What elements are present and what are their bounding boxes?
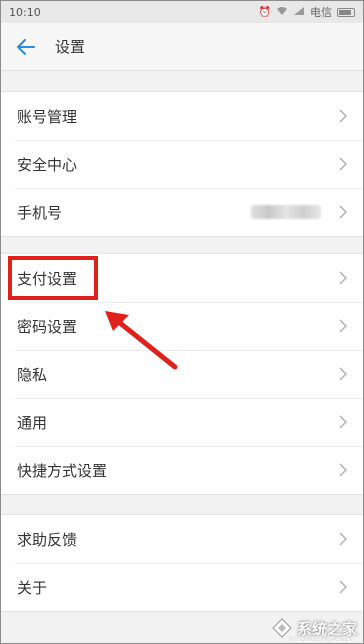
row-general[interactable]: 通用 — [1, 398, 363, 446]
row-label: 求助反馈 — [17, 530, 78, 549]
alarm-icon: ⏰ — [258, 6, 271, 18]
status-icons: ⏰ 电信 — [259, 4, 355, 20]
chevron-right-icon — [329, 109, 357, 123]
row-label: 账号管理 — [17, 107, 78, 126]
battery-icon — [337, 7, 355, 17]
row-label: 关于 — [17, 578, 48, 597]
chevron-right-icon — [329, 271, 357, 285]
highlight-box — [8, 256, 98, 300]
chevron-right-icon — [329, 415, 357, 429]
row-phone-number[interactable]: 手机号 — [1, 188, 363, 236]
signal-icon — [293, 6, 305, 19]
settings-group-account: 账号管理 安全中心 手机号 — [1, 91, 363, 237]
arrow-left-icon — [17, 38, 35, 55]
row-label: 安全中心 — [17, 155, 78, 174]
row-label: 快捷方式设置 — [17, 461, 108, 480]
carrier-label: 电信 — [310, 6, 332, 19]
row-label: 手机号 — [17, 203, 63, 222]
row-help-feedback[interactable]: 求助反馈 — [1, 515, 363, 563]
chevron-right-icon — [329, 580, 357, 594]
chevron-right-icon — [329, 367, 357, 381]
chevron-right-icon — [329, 319, 357, 333]
row-password-settings[interactable]: 密码设置 — [1, 302, 363, 350]
row-security-center[interactable]: 安全中心 — [1, 140, 363, 188]
page-title: 设置 — [55, 38, 86, 56]
chevron-right-icon — [329, 157, 357, 171]
row-shortcut-settings[interactable]: 快捷方式设置 — [1, 446, 363, 494]
row-account-management[interactable]: 账号管理 — [1, 92, 363, 140]
chevron-right-icon — [329, 205, 357, 219]
redacted-phone-value — [251, 205, 321, 219]
row-about[interactable]: 关于 — [1, 563, 363, 611]
chevron-right-icon — [329, 532, 357, 546]
back-button[interactable] — [9, 23, 43, 71]
status-bar: 10:10 ⏰ 电信 — [1, 1, 363, 23]
settings-group-support: 求助反馈 关于 — [1, 514, 363, 612]
app-header: 设置 — [1, 23, 363, 71]
row-label: 通用 — [17, 413, 48, 432]
annotation-arrow-icon — [105, 311, 178, 370]
wifi-icon — [276, 6, 288, 19]
status-time: 10:10 — [9, 5, 41, 19]
watermark-url: XITONGZHIJIA.NET — [288, 635, 353, 643]
chevron-right-icon — [329, 463, 357, 477]
row-privacy[interactable]: 隐私 — [1, 350, 363, 398]
